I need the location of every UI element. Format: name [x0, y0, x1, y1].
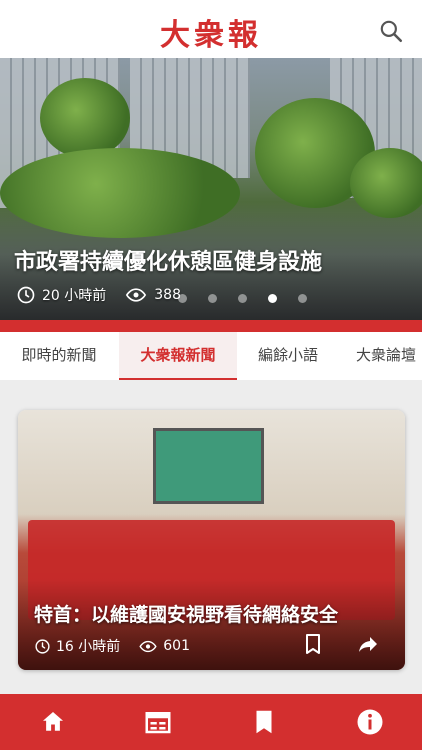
carousel-dot[interactable]: [208, 294, 217, 303]
tab-editorial[interactable]: 編餘小語: [238, 332, 338, 380]
carousel-dot-active[interactable]: [268, 294, 277, 303]
eye-icon: [126, 288, 147, 302]
eye-icon: [139, 640, 157, 652]
hero-views: 388: [154, 287, 181, 303]
hero-title[interactable]: 市政署持續優化休憩區健身設施: [14, 244, 322, 276]
bookmark-button[interactable]: [301, 632, 327, 658]
news-card-views: 601: [163, 638, 190, 654]
news-card-title[interactable]: 特首：以維護國安視野看待網絡安全: [34, 600, 338, 627]
hero-image: [0, 58, 422, 320]
tab-forum[interactable]: 大衆論壇: [340, 332, 422, 380]
carousel-dot[interactable]: [238, 294, 247, 303]
bottom-navigation: [0, 694, 422, 750]
nav-info[interactable]: [355, 707, 385, 737]
search-icon: [380, 20, 403, 43]
calendar-icon: [145, 712, 171, 734]
nav-home[interactable]: [38, 707, 68, 737]
news-card[interactable]: 特首：以維護國安視野看待網絡安全 16 小時前 601: [18, 410, 405, 670]
carousel-dot[interactable]: [298, 294, 307, 303]
app-logo[interactable]: 大衆報: [0, 10, 422, 54]
divider-strip: [0, 320, 422, 332]
home-icon: [43, 712, 63, 731]
search-button[interactable]: [378, 18, 404, 44]
nav-calendar[interactable]: [143, 707, 173, 737]
clock-icon: [35, 638, 50, 654]
hero-carousel[interactable]: 市政署持續優化休憩區健身設施 20 小時前 388: [0, 58, 422, 320]
news-card-image: [18, 410, 405, 670]
news-card-time: 16 小時前: [56, 639, 121, 655]
carousel-indicator: [178, 294, 328, 303]
info-icon: [357, 709, 383, 735]
app-header: 大衆報: [0, 0, 422, 58]
share-icon: [359, 637, 377, 652]
bookmark-icon: [256, 710, 272, 734]
nav-bookmarks[interactable]: [249, 707, 279, 737]
tab-daily-news[interactable]: 大衆報新聞: [119, 332, 237, 380]
news-card-meta: 16 小時前 601: [34, 636, 208, 656]
bookmark-icon: [306, 634, 320, 654]
category-tabs: 即時的新聞 大衆報新聞 編餘小語 大衆論壇: [0, 332, 422, 380]
carousel-dot[interactable]: [178, 294, 187, 303]
share-button[interactable]: [356, 632, 382, 658]
clock-icon: [17, 286, 35, 304]
hero-time: 20 小時前: [42, 288, 107, 304]
hero-meta: 20 小時前 388: [16, 285, 199, 305]
tab-instant-news[interactable]: 即時的新聞: [0, 332, 118, 380]
